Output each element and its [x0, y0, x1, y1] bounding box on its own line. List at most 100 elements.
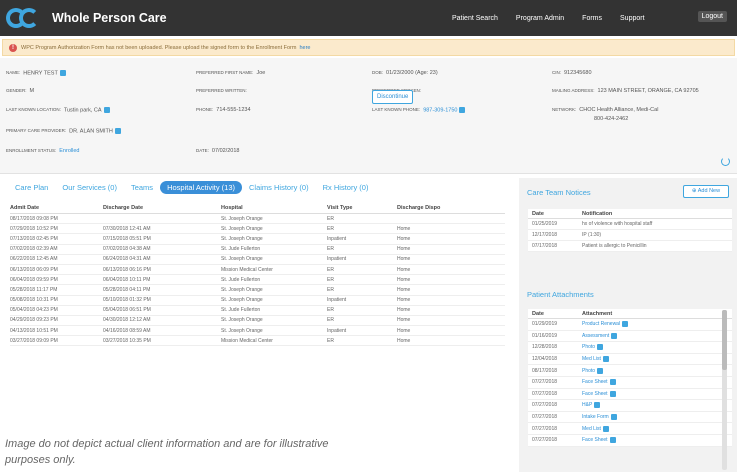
file-icon[interactable]	[609, 390, 616, 397]
file-icon[interactable]	[597, 367, 604, 374]
table-row[interactable]: 05/04/2018 04:23 PM 05/04/2018 06:51 PM St…	[10, 306, 505, 316]
attachment-link[interactable]: Face Sheet	[582, 437, 608, 443]
network-field: NETWORK: CHOC Health Alliance, Medi-Cal	[552, 107, 658, 113]
table-row[interactable]: 03/27/2018 09:09 PM 03/27/2018 10:35 PM Mi…	[10, 336, 505, 347]
attachment-date: 08/17/2018	[532, 367, 558, 374]
table-cell: 06/13/2018 06:09 PM	[10, 266, 58, 273]
table-cell: St. Joseph Orange	[221, 297, 263, 304]
table-cell: 07/02/2018 04:38 AM	[103, 246, 151, 253]
notice-text: Patient is allergic to Penicillin	[582, 243, 647, 249]
tab-claims-history[interactable]: Claims History (0)	[242, 181, 316, 194]
enrollment-label: ENROLLMENT STATUS:	[6, 148, 57, 153]
file-icon[interactable]	[609, 437, 616, 444]
notice-row[interactable]: 07/17/2018 Patient is allergic to Penicil…	[528, 241, 732, 252]
gender-field: GENDER: M	[6, 88, 34, 94]
table-row[interactable]: 04/13/2018 10:51 PM 04/16/2018 08:59 AM St…	[10, 326, 505, 337]
attachment-link[interactable]: Intake Form	[582, 414, 609, 420]
file-icon[interactable]	[602, 356, 609, 363]
attachment-link[interactable]: Face Sheet	[582, 391, 608, 397]
table-row[interactable]: 05/28/2018 11:17 PM 05/28/2018 04:11 PM St…	[10, 285, 505, 296]
map-icon[interactable]	[103, 107, 110, 113]
attachment-link[interactable]: Assessment	[582, 333, 609, 339]
file-icon[interactable]	[610, 414, 617, 421]
file-icon[interactable]	[602, 425, 609, 432]
add-new-notice-button[interactable]: ⊕ Add New	[683, 185, 729, 198]
file-icon[interactable]	[597, 344, 604, 351]
nav-support[interactable]: Support	[620, 15, 645, 22]
attachment-row: 12/04/2018 Med List	[528, 354, 732, 366]
table-row[interactable]: 07/02/2018 02:39 AM 07/02/2018 04:38 AM St…	[10, 245, 505, 255]
attachment-link[interactable]: Photo	[582, 344, 595, 350]
col-discharge-dispo[interactable]: Discharge Dispo	[397, 205, 487, 211]
table-row[interactable]: 05/08/2018 10:31 PM 05/10/2018 01:32 PM St…	[10, 296, 505, 306]
table-cell: 06/04/2018 10:11 PM	[103, 276, 151, 283]
tab-hospital-activity[interactable]: Hospital Activity (13)	[160, 180, 243, 194]
last-phone-label: LAST KNOWN PHONE:	[372, 107, 421, 113]
col-admit-date[interactable]: Admit Date	[10, 205, 103, 211]
attachments-scrollbar[interactable]	[722, 310, 727, 470]
table-cell: St. Joseph Orange	[221, 256, 263, 263]
attachments-col-attachment: Attachment	[582, 310, 613, 317]
notice-date: 12/17/2018	[532, 232, 558, 238]
attachment-date: 12/28/2018	[532, 344, 558, 351]
phone-icon[interactable]	[459, 107, 466, 113]
attachment-date: 07/27/2018	[532, 402, 558, 409]
table-cell: Home	[397, 266, 411, 273]
discontinue-button[interactable]: Discontinue	[372, 90, 414, 104]
gender-value: M	[29, 88, 35, 94]
table-row[interactable]: 07/29/2018 10:52 PM 07/30/2018 12:41 AM St…	[10, 224, 505, 235]
attachment-link[interactable]: Photo	[582, 368, 595, 374]
file-icon[interactable]	[609, 379, 616, 386]
table-cell: ER	[327, 266, 334, 273]
last-phone-value[interactable]: 987-309-1750	[423, 107, 457, 113]
nav-patient-search[interactable]: Patient Search	[452, 15, 498, 22]
table-row[interactable]: 04/29/2018 09:23 PM 04/30/2018 12:12 AM St…	[10, 316, 505, 327]
table-cell: 05/28/2018 04:11 PM	[103, 286, 151, 293]
table-cell: 06/13/2018 06:16 PM	[103, 266, 151, 273]
col-discharge-date[interactable]: Discharge Date	[103, 205, 221, 211]
attachment-link[interactable]: H&P	[582, 402, 592, 408]
attachment-link[interactable]: Med List	[582, 356, 601, 362]
enrollment-status-link[interactable]: Enrolled	[59, 148, 79, 154]
edit-icon[interactable]	[114, 128, 121, 134]
attachment-date: 07/27/2018	[532, 414, 558, 421]
refresh-icon[interactable]	[721, 157, 730, 166]
logout-button[interactable]: Logout	[697, 11, 727, 22]
table-row[interactable]: 07/13/2018 02:45 PM 07/15/2018 05:51 PM St…	[10, 234, 505, 245]
attachment-link[interactable]: Med List	[582, 426, 601, 432]
last-location-label: LAST KNOWN LOCATION:	[6, 107, 61, 113]
table-row[interactable]: 08/17/2018 09:08 PM St. Joseph Orange ER	[10, 214, 505, 225]
network-value: CHOC Health Alliance, Medi-Cal	[579, 107, 659, 113]
attachment-row: 01/29/2019 Product Renewal	[528, 319, 732, 331]
notice-row[interactable]: 01/25/2019 hx of violence with hospital s…	[528, 219, 732, 230]
app-logo[interactable]	[6, 6, 50, 30]
table-cell: Home	[397, 317, 411, 324]
file-icon[interactable]	[594, 402, 601, 409]
table-row[interactable]: 06/22/2018 12:45 AM 06/24/2018 04:31 AM St…	[10, 255, 505, 265]
tab-care-plan[interactable]: Care Plan	[8, 181, 55, 194]
col-visit-type[interactable]: Visit Type	[327, 205, 397, 211]
edit-icon[interactable]	[59, 70, 66, 76]
table-row[interactable]: 06/13/2018 06:09 PM 06/13/2018 06:16 PM Mi…	[10, 265, 505, 276]
tab-rx-history[interactable]: Rx History (0)	[316, 181, 376, 194]
table-cell: Home	[397, 286, 411, 293]
nav-forms[interactable]: Forms	[582, 15, 602, 22]
attachment-link[interactable]: Face Sheet	[582, 379, 608, 385]
alert-upload-link[interactable]: here	[299, 45, 310, 51]
table-cell: Inpatient	[327, 297, 347, 304]
scrollbar-thumb[interactable]	[722, 310, 727, 370]
table-row[interactable]: 06/04/2018 09:59 PM 06/04/2018 10:11 PM St…	[10, 275, 505, 286]
tab-teams[interactable]: Teams	[124, 181, 160, 194]
file-icon[interactable]	[622, 321, 629, 328]
table-cell: 07/29/2018 10:52 PM	[10, 225, 58, 232]
file-icon[interactable]	[611, 332, 618, 339]
table-cell: 06/04/2018 09:59 PM	[10, 276, 58, 283]
notice-row[interactable]: 12/17/2018 IP (1:30)	[528, 230, 732, 241]
dob-field: DOB: 01/23/2000 (Age: 23)	[372, 70, 438, 76]
col-hospital[interactable]: Hospital	[221, 205, 327, 211]
attachment-link[interactable]: Product Renewal	[582, 321, 620, 327]
table-cell: Home	[397, 246, 411, 253]
nav-program-admin[interactable]: Program Admin	[516, 15, 564, 22]
cin-field: CIN: 912345680	[552, 70, 592, 76]
tab-our-services[interactable]: Our Services (0)	[55, 181, 124, 194]
